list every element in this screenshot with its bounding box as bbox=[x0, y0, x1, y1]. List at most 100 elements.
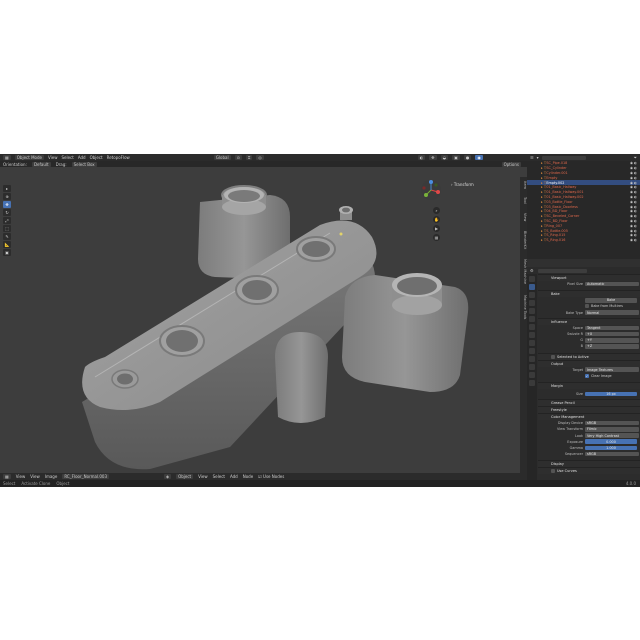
tool-tab-icon[interactable] bbox=[529, 276, 535, 282]
world-tab-icon[interactable] bbox=[529, 316, 535, 322]
modifier-tab-icon[interactable] bbox=[529, 332, 535, 338]
visibility-eye-icon[interactable]: ◉ ◐ bbox=[630, 176, 637, 180]
look-dropdown[interactable]: Very High Contrast bbox=[585, 433, 639, 438]
sequencer-dropdown[interactable]: sRGB bbox=[585, 451, 639, 457]
pan-icon[interactable]: ✋ bbox=[433, 216, 440, 223]
node-menu-node[interactable]: Node bbox=[243, 474, 253, 479]
properties-search-input[interactable] bbox=[537, 268, 587, 273]
visibility-eye-icon[interactable]: ◉ ◐ bbox=[630, 190, 637, 194]
visibility-eye-icon[interactable]: ◉ ◐ bbox=[630, 214, 637, 218]
move-tool-icon[interactable]: ✥ bbox=[3, 201, 11, 208]
proportional-edit-icon[interactable]: ◎ bbox=[256, 155, 264, 160]
visibility-icon[interactable]: ◐ bbox=[417, 155, 426, 160]
annotate-tool-icon[interactable]: ✎ bbox=[3, 233, 11, 240]
cursor-tool-icon[interactable]: ⊕ bbox=[3, 193, 11, 200]
object-dropdown[interactable]: Object bbox=[176, 474, 194, 479]
filter-icon[interactable]: ▾ bbox=[537, 155, 539, 160]
overlays-icon[interactable]: ◒ bbox=[440, 155, 449, 160]
physics-tab-icon[interactable] bbox=[529, 348, 535, 354]
texture-tab-icon[interactable] bbox=[529, 380, 535, 386]
freestyle-section[interactable]: Freestyle bbox=[538, 406, 640, 414]
scale-tool-icon[interactable]: ⤢ bbox=[3, 217, 11, 224]
editor-type-icon[interactable]: ▦ bbox=[3, 155, 11, 160]
menu-select[interactable]: Select bbox=[61, 155, 73, 160]
visibility-eye-icon[interactable]: ◉ ◐ bbox=[630, 171, 637, 175]
gizmo-toggle-icon[interactable]: ✥ bbox=[429, 155, 437, 160]
space-dropdown[interactable]: Tangent bbox=[585, 325, 639, 331]
camera-view-icon[interactable]: ▶ bbox=[433, 225, 440, 232]
visibility-eye-icon[interactable]: ◉ ◐ bbox=[630, 195, 637, 199]
color-management-section[interactable]: Color Management bbox=[538, 413, 640, 421]
npanel-transform-header[interactable]: › Transform bbox=[451, 182, 474, 187]
grease-pencil-section[interactable]: Grease Pencil bbox=[538, 399, 640, 407]
view-layer-tab-icon[interactable] bbox=[529, 300, 535, 306]
use-nodes-toggle[interactable]: ☑ Use Nodes bbox=[258, 474, 284, 479]
influence-section[interactable]: Influence bbox=[538, 317, 640, 325]
use-curves-checkbox[interactable] bbox=[551, 469, 555, 474]
visibility-eye-icon[interactable]: ◉ ◐ bbox=[630, 233, 637, 237]
node-menu-select[interactable]: Select bbox=[213, 474, 225, 479]
3d-viewport[interactable]: ▸ ⊕ ✥ ↻ ⤢ ⬚ ✎ 📐 ▣ ⌕ ✋ ▶ ▦ › Transform It… bbox=[0, 167, 527, 480]
shading-solid-icon[interactable]: ● bbox=[463, 155, 472, 160]
editor-type-icon-bottom[interactable]: ▦ bbox=[3, 474, 11, 479]
bake-type-dropdown[interactable]: Normal bbox=[585, 310, 639, 315]
particles-tab-icon[interactable] bbox=[529, 340, 535, 346]
display-section[interactable]: Display bbox=[538, 460, 640, 468]
material-tab-icon[interactable] bbox=[529, 372, 535, 378]
visibility-eye-icon[interactable]: ◉ ◐ bbox=[630, 200, 637, 204]
properties-type-icon[interactable]: ⚙ bbox=[530, 268, 534, 273]
add-cube-tool-icon[interactable]: ▣ bbox=[3, 249, 11, 256]
rotate-tool-icon[interactable]: ↻ bbox=[3, 209, 11, 216]
visibility-eye-icon[interactable]: ◉ ◐ bbox=[630, 219, 637, 223]
viewport-section[interactable]: Viewport bbox=[538, 274, 640, 281]
menu-object[interactable]: Object bbox=[90, 155, 103, 160]
bottom-menu-view-2[interactable]: View bbox=[30, 474, 40, 479]
visibility-eye-icon[interactable]: ◉ ◐ bbox=[630, 229, 637, 233]
visibility-eye-icon[interactable]: ◉ ◐ bbox=[630, 166, 637, 170]
visibility-eye-icon[interactable]: ◉ ◐ bbox=[630, 181, 637, 185]
size-field[interactable]: 16 px bbox=[585, 391, 637, 397]
output-section[interactable]: Output bbox=[538, 359, 640, 367]
bake-section[interactable]: Bake bbox=[538, 290, 640, 298]
menu-add[interactable]: Add bbox=[78, 155, 86, 160]
bottom-menu-image[interactable]: Image bbox=[45, 474, 58, 479]
select-tool-icon[interactable]: ▸ bbox=[3, 185, 11, 192]
funnel-icon[interactable]: ⏷ bbox=[634, 155, 637, 160]
bottom-menu-view[interactable]: View bbox=[16, 474, 26, 479]
menu-retopoflow[interactable]: RetopoFlow bbox=[107, 155, 130, 160]
node-menu-view[interactable]: View bbox=[198, 474, 208, 479]
xray-icon[interactable]: ▣ bbox=[452, 155, 460, 160]
drag-dropdown[interactable]: Select Box bbox=[71, 161, 97, 167]
visibility-eye-icon[interactable]: ◉ ◐ bbox=[630, 224, 637, 228]
gamma-slider[interactable]: 1.000 bbox=[585, 445, 637, 451]
bake-button[interactable]: Bake bbox=[585, 297, 637, 303]
visibility-eye-icon[interactable]: ◉ ◐ bbox=[630, 185, 637, 189]
outliner-type-icon[interactable]: ☰ bbox=[530, 155, 534, 160]
node-editor-type-icon[interactable]: ◈ bbox=[164, 474, 172, 479]
outliner-row[interactable]: ▸ ▽ S_Ring.016 ◉ ◐ bbox=[527, 238, 640, 243]
swizzle-g-dropdown[interactable]: +Y bbox=[585, 337, 639, 343]
selected-to-active-checkbox[interactable] bbox=[551, 354, 555, 359]
visibility-eye-icon[interactable]: ◉ ◐ bbox=[630, 209, 637, 213]
transform-tool-icon[interactable]: ⬚ bbox=[3, 225, 11, 232]
outliner-search-input[interactable] bbox=[541, 155, 586, 160]
exposure-slider[interactable]: 0.000 bbox=[585, 439, 637, 445]
output-tab-icon[interactable] bbox=[529, 292, 535, 298]
menu-view[interactable]: View bbox=[48, 155, 58, 160]
view-transform-dropdown[interactable]: Filmic bbox=[585, 427, 639, 432]
object-tab-icon[interactable] bbox=[529, 324, 535, 330]
target-dropdown[interactable]: Image Textures bbox=[585, 367, 639, 372]
visibility-eye-icon[interactable]: ◉ ◐ bbox=[630, 205, 637, 209]
snap-icon[interactable]: ⌗ bbox=[245, 155, 253, 160]
swizzle-b-dropdown[interactable]: +Z bbox=[585, 344, 639, 349]
perspective-toggle-icon[interactable]: ▦ bbox=[433, 234, 440, 241]
pixel-size-dropdown[interactable]: Automatic bbox=[585, 281, 639, 287]
visibility-eye-icon[interactable]: ◉ ◐ bbox=[630, 238, 637, 242]
transform-orientation-dropdown[interactable]: Global bbox=[213, 155, 231, 160]
pivot-icon[interactable]: ⊙ bbox=[234, 155, 242, 160]
mode-dropdown[interactable]: Object Mode bbox=[14, 155, 44, 160]
orientation-dropdown[interactable]: Default bbox=[31, 161, 51, 167]
use-curves-section[interactable]: Use Curves bbox=[538, 467, 640, 475]
scene-tab-icon[interactable] bbox=[529, 308, 535, 314]
data-tab-icon[interactable] bbox=[529, 364, 535, 370]
